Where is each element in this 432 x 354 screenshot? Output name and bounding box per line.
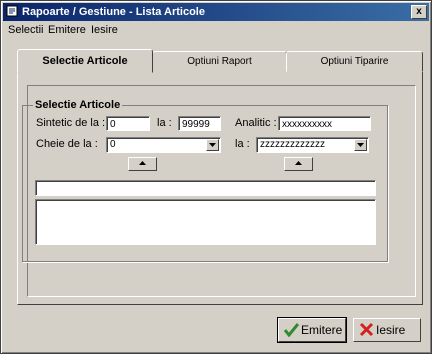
- cheie-to-value: zzzzzzzzzzzzz: [260, 139, 325, 150]
- menu-emitere[interactable]: Emitere: [45, 22, 89, 38]
- chevron-up-icon: [139, 161, 146, 165]
- tab-optiuni-raport[interactable]: Optiuni Raport: [152, 51, 287, 72]
- menu-selectii[interactable]: Selectii: [5, 22, 46, 38]
- emitere-button[interactable]: Emitere: [277, 317, 347, 343]
- menu-iesire[interactable]: Iesire: [88, 22, 121, 38]
- sintetic-to-input[interactable]: 99999: [178, 116, 221, 131]
- iesire-button[interactable]: Iesire: [353, 318, 421, 342]
- cheie-la-label: la :: [235, 138, 250, 150]
- chevron-down-icon: [209, 143, 216, 147]
- report-window: Rapoarte / Gestiune - Lista Articole x S…: [0, 0, 432, 354]
- selection-text-field[interactable]: [35, 180, 376, 196]
- x-mark-icon: [359, 322, 374, 337]
- sintetic-label: Sintetic de la :: [36, 117, 106, 129]
- tab-selectie-articole[interactable]: Selectie Articole: [17, 49, 153, 73]
- window-title: Rapoarte / Gestiune - Lista Articole: [22, 6, 205, 18]
- report-app-icon: [6, 5, 18, 17]
- close-icon: x: [416, 6, 422, 17]
- cheie-from-dropdown-button[interactable]: [206, 139, 219, 151]
- cheie-from-value: 0: [110, 139, 116, 150]
- cheie-to-up-button[interactable]: [284, 157, 313, 171]
- tab-optiuni-tiparire[interactable]: Optiuni Tiparire: [286, 51, 423, 72]
- title-bar: Rapoarte / Gestiune - Lista Articole x: [3, 3, 429, 21]
- cheie-label: Cheie de la :: [36, 138, 98, 150]
- iesire-label: Iesire: [376, 323, 406, 337]
- analitic-input[interactable]: xxxxxxxxxx: [278, 116, 371, 131]
- analitic-label: Analitic :: [235, 117, 277, 129]
- menu-bar: Selectii Emitere Iesire: [3, 22, 429, 38]
- emitere-label: Emitere: [301, 323, 343, 337]
- cheie-from-up-button[interactable]: [128, 157, 157, 171]
- group-title: Selectie Articole: [33, 99, 123, 111]
- close-button[interactable]: x: [411, 5, 427, 19]
- cheie-to-combo[interactable]: zzzzzzzzzzzzz: [256, 137, 369, 153]
- checkmark-icon: [284, 323, 299, 337]
- cheie-from-combo[interactable]: 0: [106, 137, 221, 153]
- selection-list-area[interactable]: [35, 199, 376, 245]
- sintetic-from-input[interactable]: 0: [106, 116, 150, 131]
- cheie-to-dropdown-button[interactable]: [354, 139, 367, 151]
- chevron-down-icon: [357, 143, 364, 147]
- sintetic-la-label: la :: [157, 117, 172, 129]
- chevron-up-icon: [295, 161, 302, 165]
